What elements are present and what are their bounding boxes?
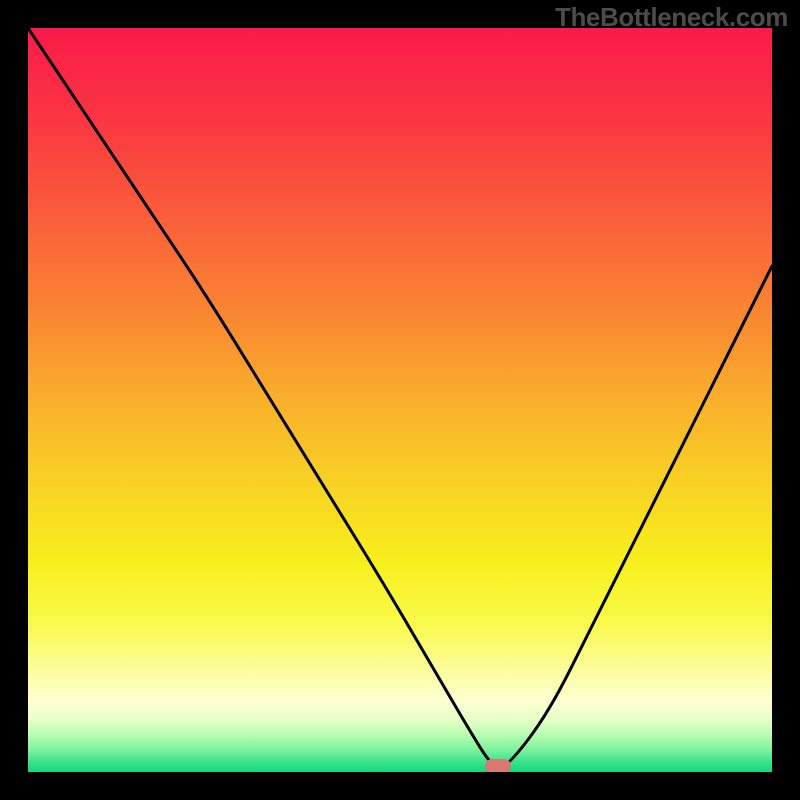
plot-area: [28, 28, 772, 772]
optimal-point-marker: [485, 759, 511, 772]
chart-container: TheBottleneck.com: [0, 0, 800, 800]
watermark-text: TheBottleneck.com: [555, 2, 788, 33]
bottleneck-curve: [28, 28, 772, 772]
